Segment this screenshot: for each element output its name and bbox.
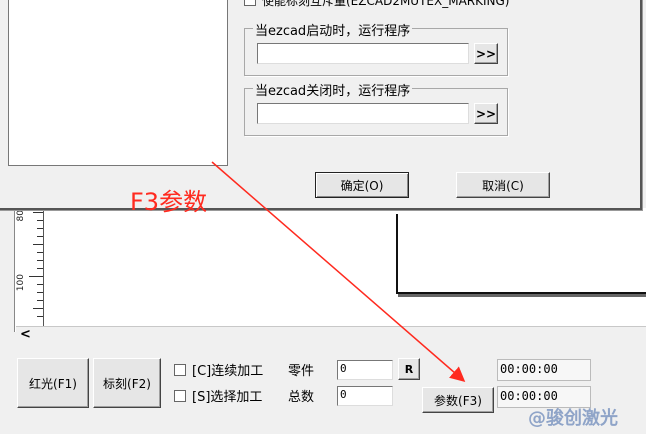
annotation-arrow-icon: [211, 161, 466, 382]
watermark: @骏创激光: [528, 408, 618, 429]
annotation-label: F3参数: [130, 188, 208, 216]
